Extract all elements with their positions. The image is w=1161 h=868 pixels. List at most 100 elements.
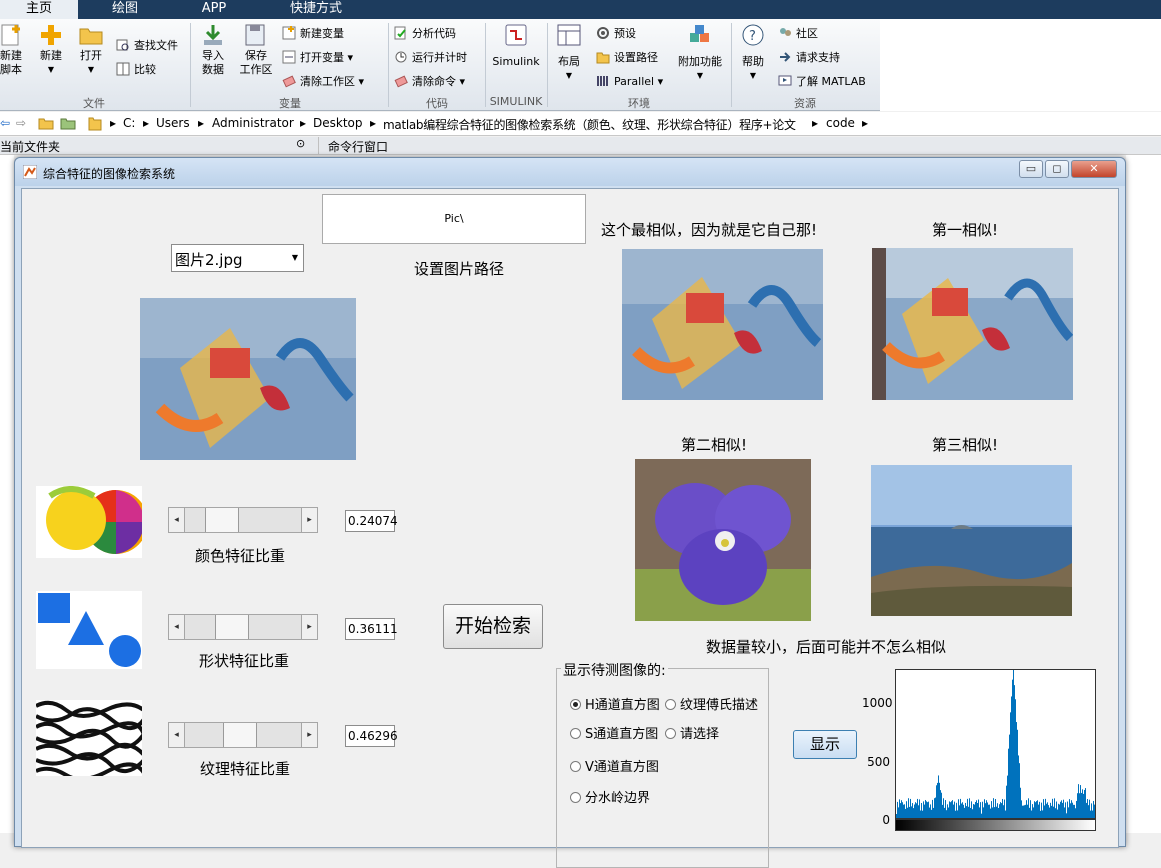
community-icon <box>778 26 792 40</box>
community-button[interactable]: 社区 <box>778 25 818 43</box>
shape-weight-slider[interactable]: ◂ ▸ <box>168 614 318 640</box>
crumb-drive[interactable]: C: <box>123 116 135 130</box>
analyze-code-button[interactable]: 分析代码 <box>394 25 456 43</box>
histogram-bar <box>983 807 984 818</box>
simulink-button[interactable]: Simulink <box>490 23 542 69</box>
slider-right-arrow-icon[interactable]: ▸ <box>301 508 317 532</box>
histogram-bar <box>910 798 911 818</box>
address-bar: ⇦ ⇨ ▸ C: ▸ Users ▸ Administrator ▸ Deskt… <box>0 112 1161 136</box>
add-ons-button[interactable]: 附加功能 ▼ <box>676 23 724 83</box>
color-weight-slider[interactable]: ◂ ▸ <box>168 507 318 533</box>
gui-title-bar: 综合特征的图像检索系统 ▭ ◻ ✕ <box>15 158 1125 186</box>
shape-slider-thumb[interactable] <box>214 615 249 639</box>
histogram-bar <box>1018 755 1019 818</box>
minimize-button[interactable]: ▭ <box>1019 160 1043 178</box>
shape-weight-label: 形状特征比重 <box>199 652 290 670</box>
compare-button[interactable]: 比较 <box>116 61 156 79</box>
find-files-button[interactable]: 查找文件 <box>116 37 178 55</box>
texture-slider-thumb[interactable] <box>222 723 257 747</box>
slider-left-arrow-icon[interactable]: ◂ <box>169 723 185 747</box>
svg-text:?: ? <box>749 29 756 44</box>
folder-icon <box>88 116 102 135</box>
histogram-bar <box>991 801 992 818</box>
maximize-button[interactable]: ◻ <box>1045 160 1069 178</box>
layout-button[interactable]: 布局 ▼ <box>552 23 586 83</box>
learn-matlab-button[interactable]: 了解 MATLAB <box>778 73 866 91</box>
show-button[interactable]: 显示 <box>793 730 857 759</box>
radio-v-histogram[interactable]: V通道直方图 <box>570 756 659 775</box>
request-support-button[interactable]: 请求支持 <box>778 49 840 67</box>
radio-s-histogram[interactable]: S通道直方图 <box>570 723 658 742</box>
histogram-bar <box>1051 805 1052 818</box>
open-button[interactable]: 打开 ▼ <box>74 23 108 77</box>
tab-shortcuts[interactable]: 快捷方式 <box>258 0 374 19</box>
texture-weight-value[interactable]: 0.46296 <box>345 725 398 747</box>
clear-workspace-button[interactable]: 清除工作区 ▾ <box>282 73 364 91</box>
crumb-code[interactable]: code <box>826 116 855 130</box>
histogram-bar <box>920 810 921 818</box>
crumb-administrator[interactable]: Administrator <box>212 116 294 130</box>
slider-right-arrow-icon[interactable]: ▸ <box>301 723 317 747</box>
new-variable-button[interactable]: 新建变量 <box>282 25 344 43</box>
compare-label: 比较 <box>134 63 156 76</box>
image-select-dropdown[interactable]: 图片2.jpg ▼ <box>171 244 304 272</box>
crumb-desktop[interactable]: Desktop <box>313 116 363 130</box>
slider-right-arrow-icon[interactable]: ▸ <box>301 615 317 639</box>
set-path-button[interactable]: 设置路径 <box>596 49 658 67</box>
run-and-time-button[interactable]: 运行并计时 <box>394 49 467 67</box>
slider-left-arrow-icon[interactable]: ◂ <box>169 615 185 639</box>
crumb-project-folder[interactable]: matlab编程综合特征的图像检索系统（颜色、纹理、形状综合特征）程序+论文 <box>383 116 796 133</box>
back-arrow-icon[interactable]: ⇦ <box>0 116 10 130</box>
clear-commands-button[interactable]: 清除命令 ▾ <box>394 73 465 91</box>
parallel-button[interactable]: Parallel ▾ <box>596 73 663 91</box>
histogram-bar <box>955 810 956 818</box>
histogram-bar <box>917 798 918 818</box>
tab-plots[interactable]: 绘图 <box>80 0 170 19</box>
radio-texture-fourier[interactable]: 纹理傅氏描述 <box>665 694 758 713</box>
new-script-button[interactable]: 新建 脚本 <box>0 23 28 77</box>
color-weight-value[interactable]: 0.24074 <box>345 510 398 532</box>
slider-left-arrow-icon[interactable]: ◂ <box>169 508 185 532</box>
start-search-button[interactable]: 开始检索 <box>443 604 543 649</box>
histogram-bar <box>911 806 912 818</box>
path-separator: ▸ <box>812 116 819 130</box>
browse-folder-icon[interactable] <box>60 116 76 133</box>
color-slider-thumb[interactable] <box>204 508 239 532</box>
result-image-third <box>871 465 1072 616</box>
histogram-bar <box>927 802 928 818</box>
analyze-code-icon <box>394 26 408 40</box>
histogram-bar <box>1024 805 1025 818</box>
forward-arrow-icon[interactable]: ⇨ <box>16 116 26 130</box>
up-folder-icon[interactable] <box>38 116 54 133</box>
crumb-users[interactable]: Users <box>156 116 190 130</box>
new-variable-icon <box>282 26 296 40</box>
radio-h-histogram[interactable]: H通道直方图 <box>570 694 660 713</box>
histogram-bar <box>945 800 946 818</box>
texture-weight-slider[interactable]: ◂ ▸ <box>168 722 318 748</box>
preferences-button[interactable]: 预设 <box>596 25 636 43</box>
help-button[interactable]: ? 帮助 ▼ <box>736 23 770 83</box>
histogram-bar <box>1055 808 1056 818</box>
histogram-bar <box>993 798 994 818</box>
radio-watershed[interactable]: 分水岭边界 <box>570 787 650 806</box>
tab-home[interactable]: 主页 <box>0 0 78 19</box>
radio-please-select[interactable]: 请选择 <box>665 723 719 742</box>
tab-apps[interactable]: APP <box>172 0 256 19</box>
save-workspace-button[interactable]: 保存 工作区 <box>236 23 276 77</box>
close-button[interactable]: ✕ <box>1071 160 1117 178</box>
color-feature-image <box>36 486 142 558</box>
histogram-bar <box>992 807 993 818</box>
radio-selected-icon <box>570 699 581 710</box>
histogram-bar <box>958 799 959 818</box>
ribbon-tabbar: 主页 绘图 APP 快捷方式 <box>0 0 1161 19</box>
import-data-button[interactable]: 导入 数据 <box>196 23 230 77</box>
parallel-icon <box>596 74 610 88</box>
pane-menu-icon[interactable]: ⊙ <box>296 137 305 150</box>
histogram-bar <box>968 806 969 818</box>
shape-weight-value[interactable]: 0.36111 <box>345 618 398 640</box>
radio-label: 分水岭边界 <box>585 791 651 806</box>
histogram-bar <box>1070 803 1071 818</box>
image-path-input[interactable]: Pic\ <box>322 194 586 244</box>
open-variable-button[interactable]: 打开变量 ▾ <box>282 49 353 67</box>
new-button[interactable]: 新建 ▼ <box>34 23 68 77</box>
